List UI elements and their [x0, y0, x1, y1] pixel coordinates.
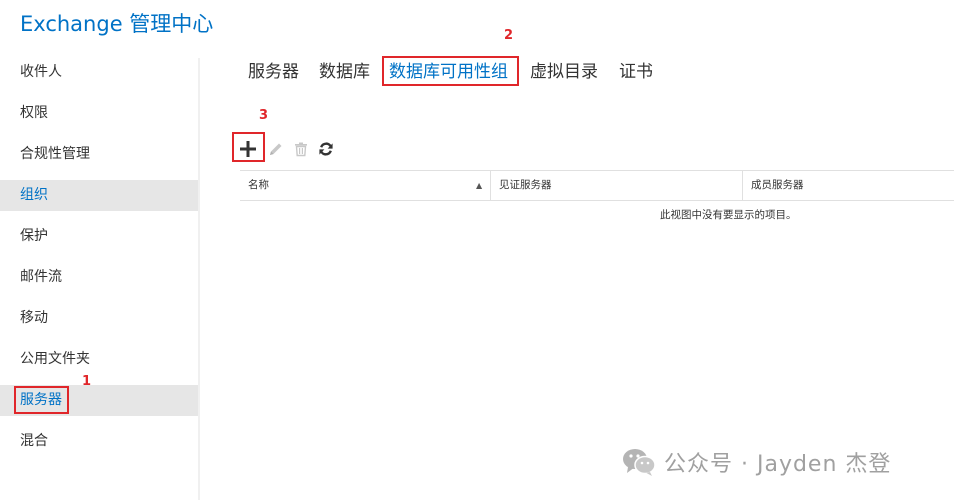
column-header-witness-server[interactable]: 见证服务器 — [491, 171, 742, 200]
sidebar-divider — [198, 58, 200, 500]
refresh-button[interactable] — [316, 137, 336, 161]
sidebar-item-protection[interactable]: 保护 — [0, 221, 198, 252]
callout-number-3: 3 — [259, 108, 269, 123]
sidebar-item-recipients[interactable]: 收件人 — [0, 57, 198, 88]
callout-box-add-button — [232, 132, 265, 162]
trash-icon — [295, 142, 307, 157]
app-title: Exchange 管理中心 — [20, 12, 214, 36]
column-header-name[interactable]: 名称 ▲ — [240, 171, 490, 200]
column-header-label: 名称 — [248, 179, 269, 191]
sidebar-item-mobile[interactable]: 移动 — [0, 303, 198, 334]
delete-button[interactable] — [291, 137, 311, 161]
sort-ascending-icon: ▲ — [476, 181, 483, 190]
column-header-member-servers[interactable]: 成员服务器 — [743, 171, 953, 200]
watermark-text: 公众号 · Jayden 杰登 — [664, 452, 892, 477]
sidebar-item-hybrid[interactable]: 混合 — [0, 426, 198, 457]
callout-box-servers — [14, 386, 69, 414]
sidebar-item-permissions[interactable]: 权限 — [0, 98, 198, 129]
tab-virtual-directories[interactable]: 虚拟目录 — [530, 59, 598, 85]
refresh-icon — [319, 142, 333, 156]
sidebar-item-label: 合规性管理 — [20, 146, 90, 162]
column-header-label: 见证服务器 — [499, 179, 552, 191]
sidebar-item-label: 移动 — [20, 310, 48, 326]
empty-list-message: 此视图中没有要显示的项目。 — [660, 209, 797, 221]
sidebar-item-label: 收件人 — [20, 64, 62, 80]
sidebar-item-compliance[interactable]: 合规性管理 — [0, 139, 198, 170]
tab-servers[interactable]: 服务器 — [248, 59, 299, 85]
sidebar-item-mail-flow[interactable]: 邮件流 — [0, 262, 198, 293]
sidebar: 收件人 权限 合规性管理 组织 保护 邮件流 移动 公用文件夹 服务器 混合 — [0, 52, 198, 500]
column-header-label: 成员服务器 — [751, 179, 804, 191]
sidebar-item-label: 混合 — [20, 433, 48, 449]
watermark: 公众号 · Jayden 杰登 — [622, 446, 891, 478]
sidebar-item-organization[interactable]: 组织 — [0, 180, 198, 211]
sidebar-item-label: 组织 — [20, 187, 48, 203]
callout-number-2: 2 — [504, 28, 514, 43]
tab-databases[interactable]: 数据库 — [319, 59, 370, 85]
callout-number-1: 1 — [82, 374, 92, 389]
callout-box-dag-tab — [382, 56, 519, 86]
sidebar-item-public-folders[interactable]: 公用文件夹 — [0, 344, 198, 375]
tab-certificates[interactable]: 证书 — [619, 59, 653, 85]
sidebar-item-label: 保护 — [20, 228, 48, 244]
pencil-icon — [270, 143, 282, 155]
edit-button[interactable] — [266, 137, 286, 161]
sidebar-item-label: 公用文件夹 — [20, 351, 90, 367]
sidebar-item-label: 邮件流 — [20, 269, 62, 285]
sidebar-item-label: 权限 — [20, 105, 48, 121]
wechat-icon — [623, 449, 656, 476]
grid-header: 名称 ▲ 见证服务器 成员服务器 — [240, 170, 954, 201]
